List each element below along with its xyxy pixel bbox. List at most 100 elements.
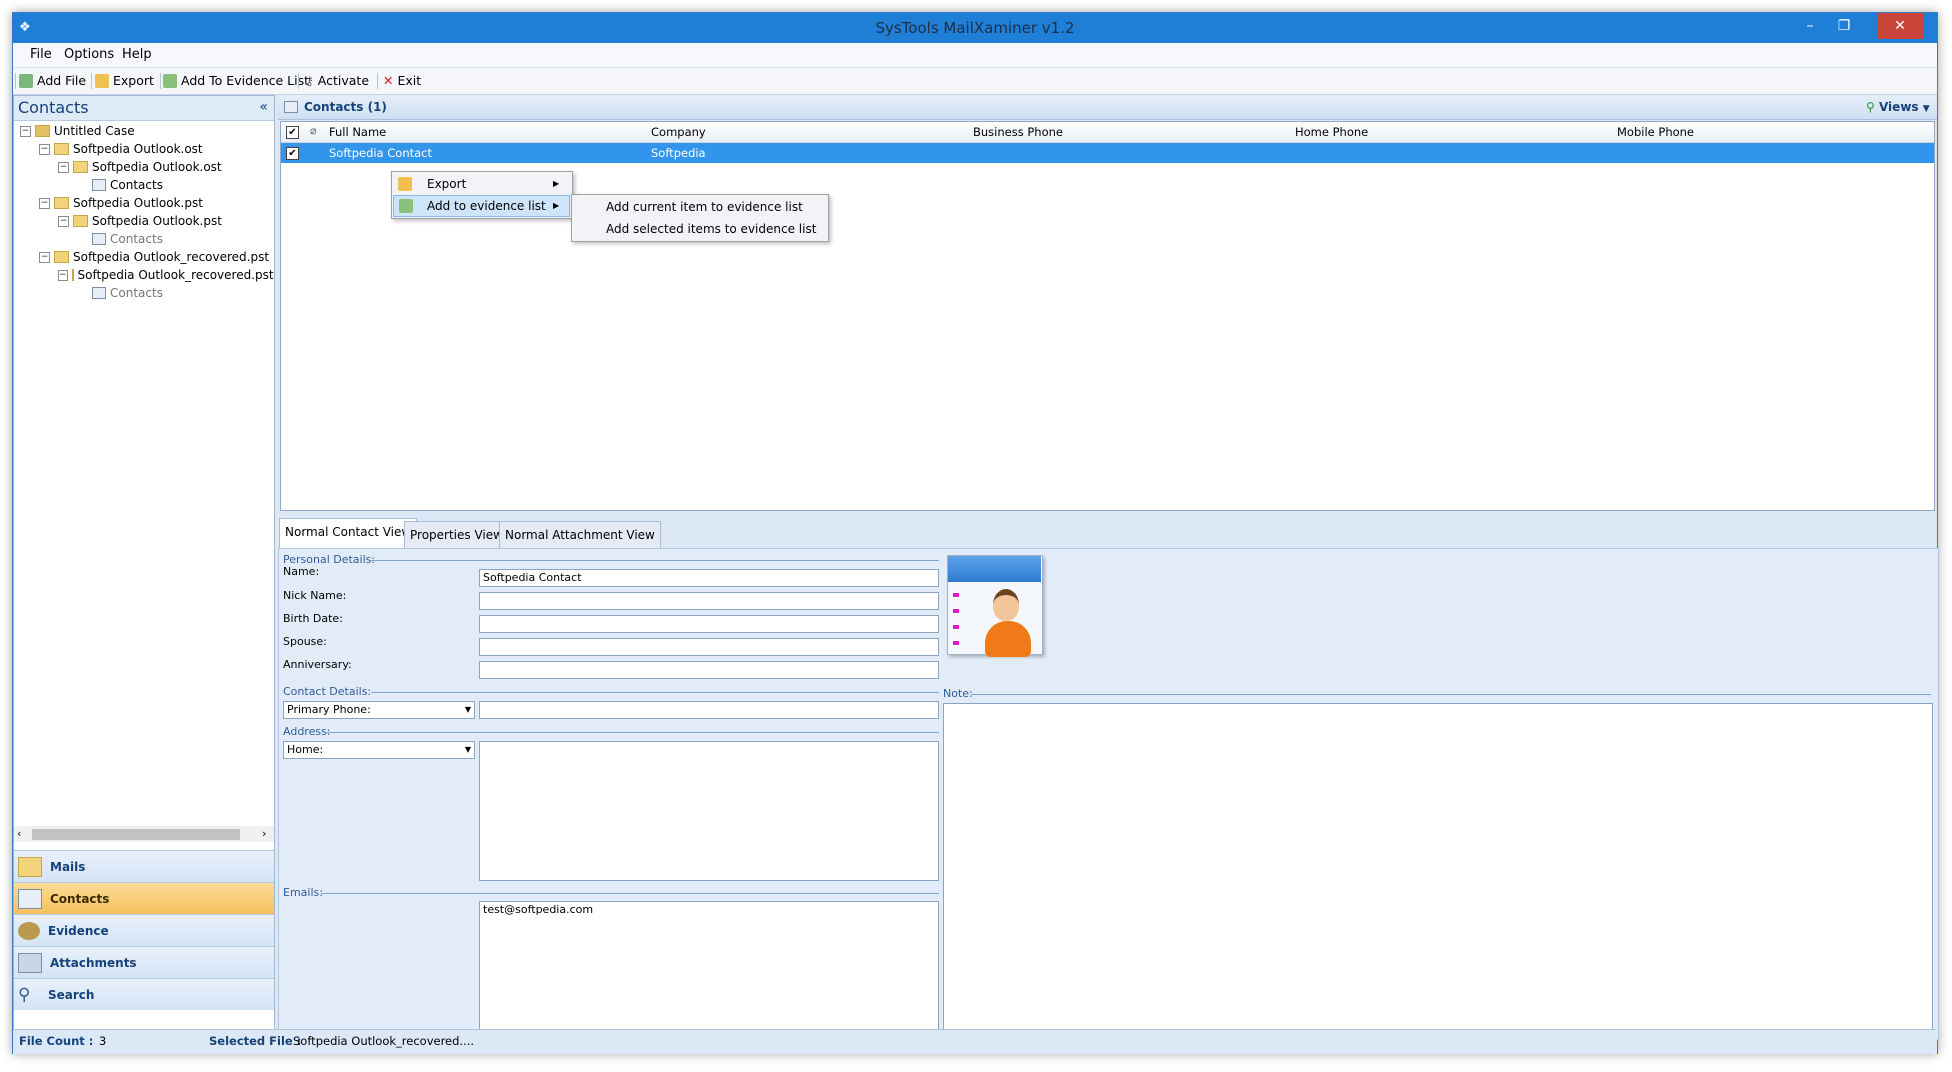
spouse-label: Spouse: bbox=[283, 635, 327, 648]
collapse-toggle-icon[interactable]: − bbox=[58, 215, 69, 227]
context-menu-export[interactable]: Export ▶ bbox=[393, 173, 570, 195]
row-checkbox[interactable]: ✔ bbox=[286, 147, 299, 160]
phone-field[interactable] bbox=[479, 701, 939, 719]
nav-evidence[interactable]: Evidence bbox=[14, 914, 274, 946]
section-divider bbox=[971, 694, 1931, 695]
table-row[interactable]: ✔ Softpedia Contact Softpedia bbox=[281, 143, 1934, 163]
name-field[interactable]: Softpedia Contact bbox=[479, 569, 939, 587]
evidence-add-icon bbox=[163, 74, 177, 88]
anniversary-label: Anniversary: bbox=[283, 658, 352, 671]
collapse-toggle-icon[interactable]: − bbox=[39, 251, 50, 263]
tree-node[interactable]: − Softpedia Outlook.ost bbox=[39, 140, 272, 158]
collapse-toggle-icon[interactable]: − bbox=[39, 143, 50, 155]
contacts-header: Contacts (1) ⚲ Views ▼ bbox=[278, 95, 1937, 120]
note-heading: Note: bbox=[943, 687, 973, 700]
contact-details-heading: Contact Details: bbox=[283, 685, 372, 698]
column-header-company[interactable]: Company bbox=[651, 122, 706, 142]
anniversary-field[interactable] bbox=[479, 661, 939, 679]
folder-tree: − Untitled Case − Softpedia Outlook.ost … bbox=[20, 122, 274, 302]
export-button[interactable]: Export bbox=[95, 71, 154, 91]
export-icon bbox=[398, 177, 412, 191]
tree-node-contacts[interactable]: Contacts bbox=[92, 176, 272, 194]
note-textarea[interactable] bbox=[943, 703, 1933, 1035]
views-label: Views bbox=[1878, 100, 1919, 114]
tree-node-label: Softpedia Outlook_recovered.pst bbox=[77, 268, 274, 282]
column-header-home-phone[interactable]: Home Phone bbox=[1295, 122, 1368, 142]
menu-help[interactable]: Help bbox=[113, 43, 161, 67]
search-icon: ⚲ bbox=[18, 984, 31, 1005]
spouse-field[interactable] bbox=[479, 638, 939, 656]
submenu-arrow-icon: ▶ bbox=[553, 179, 560, 188]
cell-company: Softpedia bbox=[651, 146, 706, 160]
tree-node[interactable]: − Softpedia Outlook_recovered.pst bbox=[58, 266, 274, 284]
toolbar-separator bbox=[91, 73, 92, 89]
column-header-full-name[interactable]: Full Name bbox=[329, 122, 386, 142]
add-file-button[interactable]: Add File bbox=[19, 71, 86, 91]
close-window-button[interactable]: ✕ bbox=[1877, 13, 1923, 39]
contact-detail-panel: Personal Details: Name: Softpedia Contac… bbox=[278, 548, 1939, 1040]
app-window: ❖ SysTools MailXaminer v1.2 – ❐ ✕ File O… bbox=[12, 12, 1939, 1054]
emails-textarea[interactable]: test@softpedia.com bbox=[479, 901, 939, 1035]
chevron-down-icon: ▼ bbox=[464, 745, 471, 754]
context-menu-add-to-evidence[interactable]: Add to evidence list ▶ bbox=[393, 195, 570, 217]
nav-contacts[interactable]: Contacts bbox=[14, 882, 274, 914]
nav-label: Search bbox=[48, 987, 95, 1002]
scroll-left-icon[interactable]: ‹ bbox=[17, 826, 21, 842]
tree-node[interactable]: − Softpedia Outlook.pst bbox=[58, 212, 272, 230]
address-type-select[interactable]: Home: ▼ bbox=[283, 741, 475, 759]
evidence-add-icon bbox=[399, 199, 413, 213]
title-bar: ❖ SysTools MailXaminer v1.2 – ❐ ✕ bbox=[13, 13, 1937, 43]
submenu-add-selected[interactable]: Add selected items to evidence list bbox=[572, 218, 828, 240]
address-textarea[interactable] bbox=[479, 741, 939, 881]
nick-name-field[interactable] bbox=[479, 592, 939, 610]
tree-node[interactable]: − Softpedia Outlook_recovered.pst bbox=[39, 248, 272, 266]
tree-node-label: Contacts bbox=[110, 232, 163, 246]
nav-search[interactable]: ⚲ Search bbox=[14, 978, 274, 1010]
contact-card-icon bbox=[947, 555, 1045, 659]
collapse-toggle-icon[interactable]: − bbox=[20, 125, 31, 137]
name-label: Name: bbox=[283, 565, 320, 578]
tree-node[interactable]: − Untitled Case bbox=[20, 122, 272, 140]
collapse-pane-button[interactable]: « bbox=[259, 96, 268, 118]
folder-icon bbox=[71, 269, 74, 281]
tree-node[interactable]: − Softpedia Outlook.pst bbox=[39, 194, 272, 212]
export-label: Export bbox=[113, 73, 154, 88]
contacts-header-icon bbox=[284, 101, 298, 113]
tab-normal-contact-view[interactable]: Normal Contact View bbox=[279, 518, 418, 548]
selected-file-value: Softpedia Outlook_recovered.... bbox=[293, 1034, 475, 1048]
tree-node[interactable]: − Softpedia Outlook.ost bbox=[58, 158, 272, 176]
birth-date-field[interactable] bbox=[479, 615, 939, 633]
scroll-right-icon[interactable]: › bbox=[262, 826, 266, 842]
nick-name-label: Nick Name: bbox=[283, 589, 347, 602]
toolbar-separator bbox=[15, 73, 16, 89]
views-dropdown[interactable]: ⚲ Views ▼ bbox=[1866, 95, 1930, 121]
section-divider bbox=[371, 692, 939, 693]
scrollbar-thumb[interactable] bbox=[32, 829, 240, 840]
collapse-toggle-icon[interactable]: − bbox=[58, 161, 69, 173]
exit-button[interactable]: ✕ Exit bbox=[383, 71, 421, 91]
restore-button[interactable]: ❐ bbox=[1827, 13, 1861, 39]
tree-node-label: Softpedia Outlook.pst bbox=[73, 196, 203, 210]
column-header-business-phone[interactable]: Business Phone bbox=[973, 122, 1063, 142]
add-to-evidence-button[interactable]: Add To Evidence List bbox=[163, 71, 309, 91]
nav-mails[interactable]: Mails bbox=[14, 850, 274, 882]
tree-node-contacts[interactable]: Contacts bbox=[92, 230, 272, 248]
emails-heading: Emails: bbox=[283, 886, 323, 899]
collapse-toggle-icon[interactable]: − bbox=[39, 197, 50, 209]
nav-label: Attachments bbox=[50, 955, 137, 970]
tab-normal-attachment-view[interactable]: Normal Attachment View bbox=[499, 521, 661, 548]
tree-node-contacts[interactable]: Contacts bbox=[92, 284, 272, 302]
tree-node-label: Softpedia Outlook.pst bbox=[92, 214, 222, 228]
tab-properties-view[interactable]: Properties View bbox=[404, 521, 509, 548]
activate-button[interactable]: ⚷ Activate bbox=[305, 71, 369, 91]
submenu-add-current[interactable]: Add current item to evidence list bbox=[572, 196, 828, 218]
select-all-checkbox[interactable]: ✔ bbox=[286, 126, 299, 139]
minimize-button[interactable]: – bbox=[1793, 13, 1827, 39]
nav-attachments[interactable]: Attachments bbox=[14, 946, 274, 978]
folder-icon bbox=[73, 215, 88, 227]
collapse-toggle-icon[interactable]: − bbox=[58, 269, 68, 281]
phone-type-select[interactable]: Primary Phone: ▼ bbox=[283, 701, 475, 719]
tree-horizontal-scrollbar[interactable]: ‹ › bbox=[14, 826, 274, 842]
tree-node-label: Untitled Case bbox=[54, 124, 135, 138]
column-header-mobile-phone[interactable]: Mobile Phone bbox=[1617, 122, 1694, 142]
